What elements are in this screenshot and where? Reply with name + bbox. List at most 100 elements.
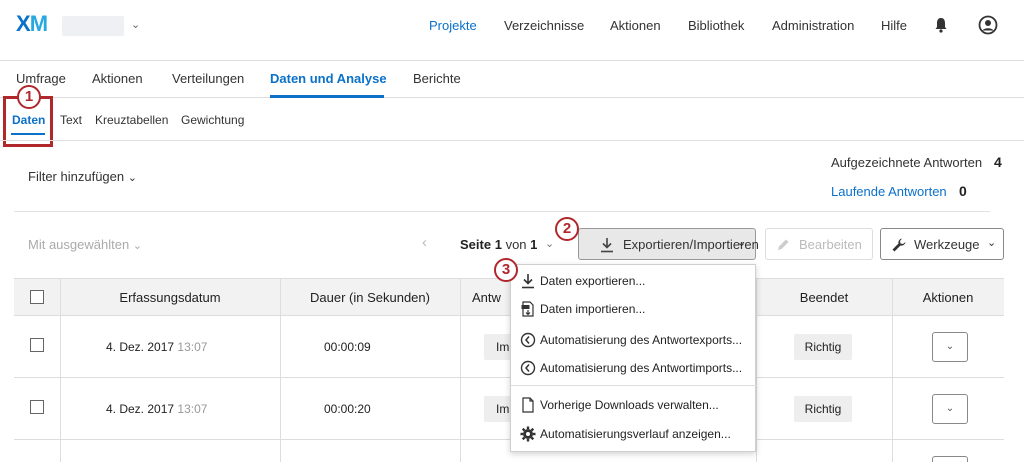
select-all-checkbox[interactable] — [30, 290, 44, 304]
project-chevron-down-icon[interactable]: ⌄ — [131, 18, 140, 31]
tab-daten-und-analyse[interactable]: Daten und Analyse — [270, 71, 387, 86]
menu-item-label: Automatisierung des Antwortexports... — [540, 333, 743, 347]
menu-item-export-data[interactable]: Daten exportieren... — [511, 267, 757, 295]
table-row: 4. Dez. 2017 13:07 00:00:20 Imp Richtig … — [14, 378, 1004, 440]
menu-item-automate-response-export[interactable]: Automatisierung des Antwortexports... — [511, 326, 757, 354]
menu-item-automate-response-import[interactable]: Automatisierung des Antwortimports... — [511, 354, 757, 382]
download-icon — [522, 274, 534, 289]
nav-aktionen[interactable]: Aktionen — [610, 18, 661, 33]
ongoing-responses-value: 0 — [959, 183, 967, 199]
table-header: Erfassungsdatum Dauer (in Sekunden) Antw… — [14, 278, 1004, 316]
col-header-finished[interactable]: Beendet — [756, 290, 892, 305]
column-divider — [60, 316, 61, 378]
column-divider — [60, 440, 61, 462]
edit-button[interactable]: Bearbeiten — [765, 228, 873, 260]
subtab-kreuztabellen[interactable]: Kreuztabellen — [95, 113, 168, 127]
page-of: von — [505, 237, 527, 252]
page-select-chevron-icon[interactable]: ⌄ — [545, 237, 554, 250]
previous-page-chevron-icon[interactable]: ‹ — [422, 234, 427, 251]
row-actions-button-partial[interactable] — [932, 456, 968, 462]
ongoing-responses-link[interactable]: Laufende Antworten — [831, 184, 947, 199]
export-import-menu: Daten exportieren... Daten importieren..… — [510, 264, 757, 452]
menu-item-label: Daten exportieren... — [540, 274, 646, 288]
subtab-gewichtung[interactable]: Gewichtung — [181, 113, 244, 127]
tools-button[interactable]: Werkzeuge ⌄ — [880, 228, 1004, 260]
table-row: 4. Dez. 2017 13:07 00:00:09 Imp Richtig … — [14, 316, 1004, 378]
column-divider — [280, 316, 281, 378]
menu-item-label: Automatisierung des Antwortimports... — [540, 361, 743, 375]
subtab-text[interactable]: Text — [60, 113, 82, 127]
filter-add-dropdown[interactable]: Filter hinzufügen ⌄ — [28, 169, 137, 184]
column-divider — [280, 378, 281, 440]
gear-icon — [520, 426, 536, 442]
export-chevron-down-icon: ⌄ — [737, 237, 747, 249]
filter-chevron-down-icon: ⌄ — [127, 172, 137, 184]
row-actions-chevron-down-icon[interactable]: ⌄ — [932, 394, 968, 424]
tab-umfrage[interactable]: Umfrage — [16, 71, 66, 86]
callout-3: 3 — [494, 258, 518, 282]
pagination: Seite 1 von 1 — [460, 237, 537, 252]
finished-pill: Richtig — [794, 334, 852, 360]
menu-item-label: Automatisierungsverlauf anzeigen... — [540, 427, 731, 441]
download-icon — [601, 238, 613, 253]
main-tabs: Umfrage Aktionen Verteilungen Daten und … — [0, 60, 1024, 98]
column-divider — [892, 378, 893, 440]
nav-hilfe[interactable]: Hilfe — [881, 18, 907, 33]
project-name-redacted[interactable] — [62, 16, 124, 36]
table-row — [14, 440, 1004, 462]
cell-duration: 00:00:09 — [324, 340, 371, 354]
nav-projekte[interactable]: Projekte — [429, 18, 477, 33]
clock-icon — [520, 332, 536, 348]
column-divider — [460, 316, 461, 378]
xm-logo[interactable]: XM — [16, 11, 48, 37]
callout-1: 1 — [17, 85, 41, 109]
clock-icon — [520, 360, 536, 376]
page-word: Seite — [460, 237, 492, 252]
export-import-button[interactable]: Exportieren/Importieren ⌄ — [578, 228, 759, 260]
with-selected-chevron-icon: ⌄ — [132, 240, 143, 252]
tab-verteilungen[interactable]: Verteilungen — [172, 71, 244, 86]
page: XM ⌄ Projekte Verzeichnisse Aktionen Bib… — [0, 0, 1024, 462]
cell-duration: 00:00:20 — [324, 402, 371, 416]
pencil-icon — [778, 239, 789, 250]
user-account-icon[interactable] — [978, 15, 998, 35]
menu-item-manage-downloads[interactable]: Vorherige Downloads verwalten... — [511, 391, 757, 419]
col-header-response-type[interactable]: Antw — [472, 290, 501, 305]
import-file-icon — [521, 301, 534, 317]
col-header-duration[interactable]: Dauer (in Sekunden) — [280, 290, 460, 305]
col-header-date[interactable]: Erfassungsdatum — [60, 290, 280, 305]
menu-item-import-data[interactable]: Daten importieren... — [511, 295, 757, 323]
col-header-actions: Aktionen — [922, 290, 974, 305]
bell-icon[interactable] — [934, 17, 948, 33]
date-text: 4. Dez. 2017 — [106, 340, 175, 354]
tab-berichte[interactable]: Berichte — [413, 71, 461, 86]
menu-item-automation-history[interactable]: Automatisierungsverlauf anzeigen... — [511, 420, 757, 448]
nav-administration[interactable]: Administration — [772, 18, 854, 33]
finished-pill: Richtig — [794, 396, 852, 422]
wrench-icon — [892, 238, 906, 252]
column-divider — [460, 279, 461, 315]
cell-date: 4. Dez. 2017 13:07 — [106, 340, 207, 354]
tools-label: Werkzeuge — [914, 237, 980, 252]
logo-x: X — [16, 11, 31, 36]
with-selected-dropdown[interactable]: Mit ausgewählten ⌄ — [28, 237, 142, 252]
recorded-responses-value: 4 — [994, 154, 1002, 170]
nav-verzeichnisse[interactable]: Verzeichnisse — [504, 18, 584, 33]
nav-bibliothek[interactable]: Bibliothek — [688, 18, 744, 33]
page-total: 1 — [530, 237, 538, 252]
row-checkbox[interactable] — [30, 338, 44, 352]
menu-item-label: Vorherige Downloads verwalten... — [540, 398, 719, 412]
document-icon — [522, 397, 534, 413]
column-divider — [892, 316, 893, 378]
row-actions-chevron-down-icon[interactable]: ⌄ — [932, 332, 968, 362]
column-divider — [460, 378, 461, 440]
time-text: 13:07 — [177, 402, 208, 416]
menu-separator — [511, 385, 757, 386]
recorded-responses-label: Aufgezeichnete Antworten — [831, 155, 983, 170]
column-divider — [280, 440, 281, 462]
callout-2: 2 — [555, 217, 579, 241]
tab-aktionen[interactable]: Aktionen — [92, 71, 143, 86]
time-text: 13:07 — [177, 340, 208, 354]
filter-label: Filter hinzufügen — [28, 169, 125, 184]
row-checkbox[interactable] — [30, 400, 44, 414]
